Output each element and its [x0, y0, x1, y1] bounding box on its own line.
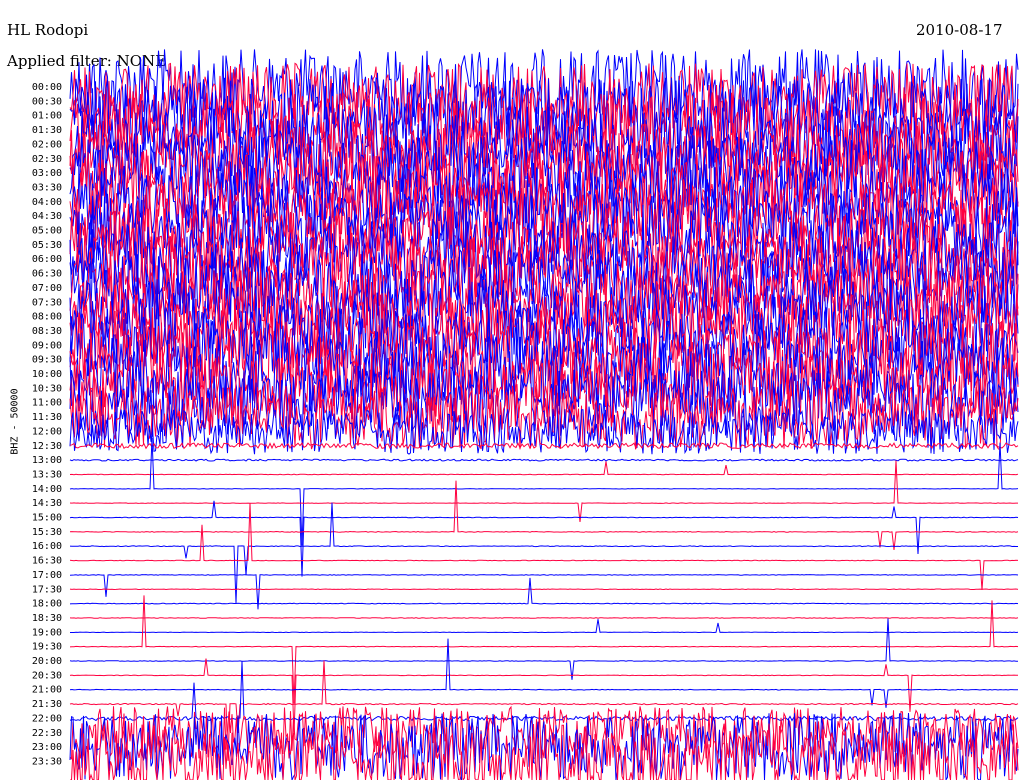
trace-row-1930 [69, 595, 1019, 704]
row-time-label: 10:30 [32, 383, 62, 394]
helicorder-plot: 00:00 00:30 01:00 01:30 02:00 02:30 03:00 03:30… [32, 49, 1019, 780]
row-time-label: 15:00 [32, 513, 62, 524]
row-time-label: 08:00 [32, 312, 62, 323]
row-time-label: 09:30 [32, 355, 62, 366]
trace-row-1800 [69, 577, 1019, 605]
row-time-label: 07:00 [32, 283, 62, 294]
row-time-label: 04:30 [32, 211, 62, 222]
row-time-label: 01:00 [32, 111, 62, 122]
row-time-label: 00:00 [32, 82, 62, 93]
row-time-label: 19:30 [32, 642, 62, 653]
row-time-label: 02:30 [32, 154, 62, 165]
time-tick-labels: 00:00 00:30 01:00 01:30 02:00 02:30 03:00 03:30… [32, 82, 62, 767]
row-time-label: 04:00 [32, 197, 62, 208]
row-time-label: 16:30 [32, 556, 62, 567]
row-time-label: 23:00 [32, 742, 62, 753]
row-time-label: 07:30 [32, 297, 62, 308]
row-time-label: 21:30 [32, 699, 62, 710]
row-time-label: 05:00 [32, 226, 62, 237]
trace-group [69, 49, 1019, 780]
row-time-label: 17:30 [32, 584, 62, 595]
row-time-label: 21:00 [32, 685, 62, 696]
row-time-label: 11:00 [32, 398, 62, 409]
row-time-label: 22:00 [32, 713, 62, 724]
row-time-label: 15:30 [32, 527, 62, 538]
row-time-label: 03:30 [32, 182, 62, 193]
row-time-label: 13:00 [32, 455, 62, 466]
row-time-label: 20:30 [32, 670, 62, 681]
trace-row-1330 [69, 461, 1019, 476]
trace-row-2100 [69, 638, 1019, 708]
row-time-label: 14:00 [32, 484, 62, 495]
row-time-label: 01:30 [32, 125, 62, 136]
row-time-label: 09:00 [32, 340, 62, 351]
trace-row-2000 [69, 618, 1019, 680]
row-time-label: 06:30 [32, 269, 62, 280]
row-time-label: 12:00 [32, 426, 62, 437]
trace-row-1830 [69, 617, 1019, 619]
row-time-label: 22:30 [32, 728, 62, 739]
row-time-label: 10:00 [32, 369, 62, 380]
row-time-label: 00:30 [32, 96, 62, 107]
row-time-label: 05:30 [32, 240, 62, 251]
row-time-label: 16:00 [32, 541, 62, 552]
trace-row-1900 [70, 619, 1019, 634]
row-time-label: 18:30 [32, 613, 62, 624]
trace-row-1400 [69, 437, 1019, 546]
row-time-label: 19:00 [32, 627, 62, 638]
row-time-label: 13:30 [32, 469, 62, 480]
row-time-label: 11:30 [32, 412, 62, 423]
row-time-label: 06:00 [32, 254, 62, 265]
trace-row-1730 [69, 588, 1019, 591]
row-time-label: 23:30 [32, 756, 62, 767]
row-time-label: 12:30 [32, 441, 62, 452]
row-time-label: 17:00 [32, 570, 62, 581]
row-time-label: 03:00 [32, 168, 62, 179]
row-time-label: 08:30 [32, 326, 62, 337]
trace-row-1300 [69, 458, 1019, 462]
row-time-label: 18:00 [32, 599, 62, 610]
row-time-label: 20:00 [32, 656, 62, 667]
row-time-label: 14:30 [32, 498, 62, 509]
row-time-label: 02:00 [32, 139, 62, 150]
trace-row-1500 [69, 500, 1019, 577]
